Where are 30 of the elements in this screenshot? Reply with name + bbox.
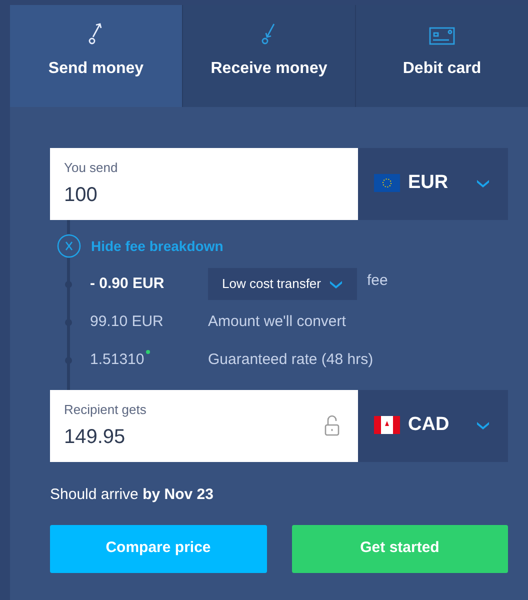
card-icon xyxy=(429,27,455,45)
amount-field[interactable]: Recipient gets 149.95 xyxy=(50,390,358,462)
description-text: Amount we'll convert xyxy=(208,312,346,332)
chevron-down-icon xyxy=(476,420,490,430)
tab[interactable]: Send money xyxy=(10,5,182,107)
close-icon xyxy=(57,234,81,258)
tab[interactable]: Receive money xyxy=(182,5,355,107)
chevron-down-icon xyxy=(329,280,343,288)
description-text: Guaranteed rate (48 hrs) xyxy=(208,350,374,370)
currency-dropdown[interactable]: CAD xyxy=(358,390,508,462)
field-label: Recipient gets xyxy=(64,401,148,420)
arrival-text: Should arrive by Nov 23 xyxy=(50,485,214,505)
currency-dropdown[interactable]: EUR xyxy=(358,148,508,220)
fee-label: fee xyxy=(367,270,388,291)
tab[interactable]: Debit card xyxy=(355,5,528,107)
amount-field[interactable]: You send 100 xyxy=(50,148,358,220)
amount-input[interactable]: 149.95 xyxy=(64,422,324,452)
unlocked-lock-icon[interactable] xyxy=(324,415,340,437)
transfer-type-dropdown[interactable]: Low cost transfer xyxy=(208,268,357,300)
chevron-down-icon xyxy=(476,178,490,188)
arrow-down-icon xyxy=(261,21,277,45)
amount-input[interactable]: 100 xyxy=(64,180,340,210)
amount-text: 99.10 EUR xyxy=(90,312,164,332)
amount-text: 1.51310 xyxy=(90,350,144,370)
field-label: You send xyxy=(64,159,119,178)
arrow-up-icon xyxy=(88,21,104,45)
amount-text: - 0.90 EUR xyxy=(90,274,164,294)
flag-icon xyxy=(374,416,400,434)
rate-marker-icon xyxy=(146,350,150,354)
flag-icon xyxy=(374,174,400,192)
